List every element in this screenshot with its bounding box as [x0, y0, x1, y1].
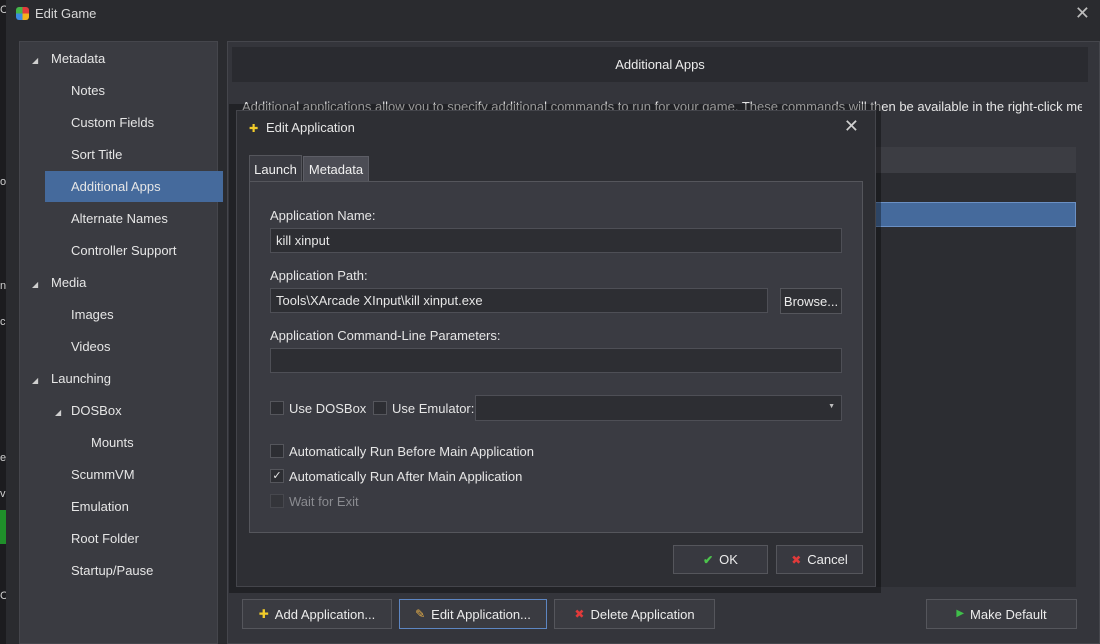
expand-arrow-icon[interactable]: ◢: [32, 280, 38, 289]
apps-list-header: [874, 147, 1076, 173]
application-path-input[interactable]: [270, 288, 768, 313]
window-title: Edit Game: [35, 6, 97, 21]
wait-for-exit-checkbox[interactable]: [270, 494, 284, 508]
tree-item-images[interactable]: Images: [71, 299, 114, 330]
cancel-label: Cancel: [807, 552, 848, 567]
dialog-plus-icon: ✚: [249, 123, 259, 135]
expand-arrow-icon[interactable]: ◢: [32, 376, 38, 385]
tree-item-additional-apps[interactable]: Additional Apps: [45, 171, 223, 202]
delete-application-label: Delete Application: [590, 606, 695, 622]
wait-for-exit-label: Wait for Exit: [289, 494, 359, 509]
dropdown-arrow-icon: ▼: [828, 403, 835, 410]
title-bar: Edit Game ✕: [6, 0, 1100, 28]
make-default-button[interactable]: ▶ Make Default: [926, 599, 1077, 629]
tree-item-alternate-names[interactable]: Alternate Names: [71, 203, 168, 234]
application-path-label: Application Path:: [270, 268, 368, 283]
play-arrow-icon: ▶: [956, 608, 965, 619]
tree-item-root-folder[interactable]: Root Folder: [71, 523, 139, 554]
ok-label: OK: [719, 552, 738, 567]
run-before-label: Automatically Run Before Main Applicatio…: [289, 444, 534, 459]
pencil-icon: ✎: [415, 607, 426, 621]
use-emulator-label: Use Emulator:: [392, 401, 475, 416]
tree-item-notes[interactable]: Notes: [71, 75, 105, 106]
tree-item-emulation[interactable]: Emulation: [71, 491, 129, 522]
use-dosbox-checkbox[interactable]: [270, 401, 284, 415]
tree-item-launching[interactable]: Launching: [51, 363, 111, 394]
apps-list-selected-row[interactable]: [874, 202, 1076, 227]
check-icon: ✔: [703, 552, 714, 567]
run-after-label: Automatically Run After Main Application: [289, 469, 523, 484]
launch-tab-panel: Application Name: Application Path: Brow…: [249, 181, 863, 533]
edit-application-dialog: ✚ Edit Application ✕ Launch Metadata App…: [236, 110, 876, 587]
dialog-title: Edit Application: [266, 120, 355, 135]
add-application-button[interactable]: ✚ Add Application...: [242, 599, 392, 629]
browse-button[interactable]: Browse...: [780, 288, 842, 314]
delete-x-icon: ✖: [574, 607, 585, 621]
use-dosbox-label: Use DOSBox: [289, 401, 367, 416]
cancel-x-icon: ✖: [791, 552, 802, 567]
application-name-input[interactable]: [270, 228, 842, 253]
close-icon[interactable]: ✕: [1075, 3, 1090, 24]
command-line-parameters-label: Application Command-Line Parameters:: [270, 328, 501, 343]
tree-item-startup-pause[interactable]: Startup/Pause: [71, 555, 153, 586]
use-emulator-checkbox[interactable]: [373, 401, 387, 415]
tree-item-dosbox[interactable]: DOSBox: [71, 395, 122, 426]
tree-item-videos[interactable]: Videos: [71, 331, 111, 362]
add-plus-icon: ✚: [258, 607, 269, 621]
tab-launch[interactable]: Launch: [249, 155, 302, 183]
expand-arrow-icon[interactable]: ◢: [55, 408, 61, 417]
add-application-label: Add Application...: [274, 606, 376, 622]
tree-item-custom-fields[interactable]: Custom Fields: [71, 107, 154, 138]
edit-application-label: Edit Application...: [431, 606, 531, 622]
ok-button[interactable]: ✔ OK: [673, 545, 768, 574]
launchbox-app-icon: [16, 7, 29, 20]
run-after-checkbox[interactable]: ✓: [270, 469, 284, 483]
section-tree: ◢ Metadata Notes Custom Fields Sort Titl…: [19, 41, 223, 644]
tree-item-sort-title[interactable]: Sort Title: [71, 139, 122, 170]
tab-metadata[interactable]: Metadata: [303, 156, 369, 182]
expand-arrow-icon[interactable]: ◢: [32, 56, 38, 65]
edit-application-button[interactable]: ✎ Edit Application...: [399, 599, 547, 629]
make-default-label: Make Default: [970, 606, 1047, 622]
tree-item-scummvm[interactable]: ScummVM: [71, 459, 135, 490]
run-before-checkbox[interactable]: [270, 444, 284, 458]
application-name-label: Application Name:: [270, 208, 376, 223]
tree-item-metadata[interactable]: Metadata: [51, 43, 105, 74]
delete-application-button[interactable]: ✖ Delete Application: [554, 599, 715, 629]
tree-item-controller-support[interactable]: Controller Support: [71, 235, 177, 266]
tree-item-media[interactable]: Media: [51, 267, 86, 298]
emulator-select[interactable]: ▼: [475, 395, 842, 421]
cancel-button[interactable]: ✖ Cancel: [776, 545, 863, 574]
dialog-close-icon[interactable]: ✕: [844, 116, 859, 137]
pane-header: Additional Apps: [232, 47, 1088, 82]
tree-item-mounts[interactable]: Mounts: [91, 427, 134, 458]
apps-list[interactable]: [874, 147, 1076, 587]
command-line-parameters-input[interactable]: [270, 348, 842, 373]
